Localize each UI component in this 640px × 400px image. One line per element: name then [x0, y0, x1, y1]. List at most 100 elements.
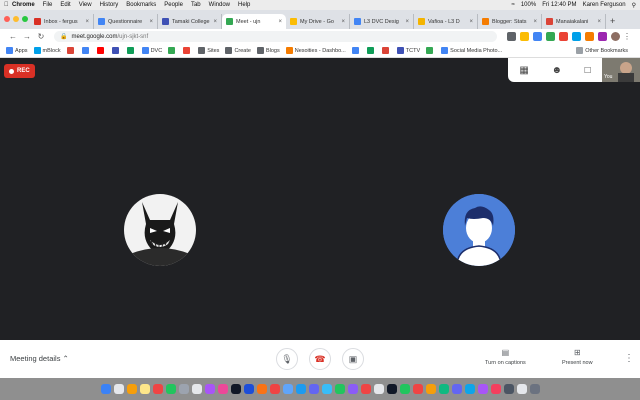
menu-chrome[interactable]: Chrome: [12, 2, 35, 8]
bookmark-item[interactable]: [111, 47, 121, 54]
dock-app-icon[interactable]: [464, 384, 475, 394]
dock-app-icon[interactable]: [139, 384, 150, 394]
close-tab-icon[interactable]: ×: [85, 19, 89, 25]
browser-tab[interactable]: Inbox - fergus ×: [30, 14, 94, 29]
other-bookmarks[interactable]: Other Bookmarks: [576, 47, 628, 54]
new-tab-button[interactable]: +: [610, 14, 615, 29]
dock-app-icon[interactable]: [412, 384, 423, 394]
browser-tab[interactable]: Tamaki College ×: [158, 14, 222, 29]
menu-edit[interactable]: Edit: [60, 2, 70, 8]
bookmark-item[interactable]: [81, 47, 91, 54]
dock-app-icon[interactable]: [451, 384, 462, 394]
bookmark-item[interactable]: Blogs: [256, 47, 280, 54]
extension-icon[interactable]: [546, 32, 555, 41]
dock-app-icon[interactable]: [113, 384, 124, 394]
present-now-button[interactable]: ⊞ Present now: [562, 348, 593, 366]
dock-app-icon[interactable]: [490, 384, 501, 394]
bookmark-item[interactable]: Social Media Photo...: [441, 47, 502, 54]
browser-tab[interactable]: Vafioa - L3 D ×: [414, 14, 478, 29]
dock-app-icon[interactable]: [282, 384, 293, 394]
dock-app-icon[interactable]: [425, 384, 436, 394]
menu-file[interactable]: File: [43, 2, 53, 8]
bookmark-item[interactable]: [126, 47, 136, 54]
bookmark-item[interactable]: [426, 47, 435, 54]
browser-tab[interactable]: Blogger: Stats ×: [478, 14, 542, 29]
apple-icon[interactable]: : [4, 2, 12, 8]
grid-layout-icon[interactable]: ▦: [519, 65, 528, 76]
extension-icon[interactable]: [598, 32, 607, 41]
search-icon[interactable]: ⚲: [632, 2, 636, 9]
close-tab-icon[interactable]: ×: [213, 19, 217, 25]
dock-app-icon[interactable]: [321, 384, 332, 394]
dock-app-icon[interactable]: [243, 384, 254, 394]
chrome-menu-icon[interactable]: ⋮: [620, 32, 634, 41]
star-icon[interactable]: [520, 32, 529, 41]
battery-percent[interactable]: 100%: [521, 2, 536, 8]
dock-app-icon[interactable]: [386, 384, 397, 394]
dock-app-icon[interactable]: [529, 384, 540, 394]
dock-app-icon[interactable]: [100, 384, 111, 394]
close-tab-icon[interactable]: ×: [405, 19, 409, 25]
dock-app-icon[interactable]: [438, 384, 449, 394]
dock-app-icon[interactable]: [217, 384, 228, 394]
bookmark-item[interactable]: Apps: [6, 47, 28, 54]
bookmark-item[interactable]: TCTV: [396, 47, 420, 54]
dock-app-icon[interactable]: [204, 384, 215, 394]
zoom-window-button[interactable]: [22, 16, 28, 22]
chat-icon[interactable]: □: [585, 65, 591, 76]
dock-app-icon[interactable]: [334, 384, 345, 394]
clock[interactable]: Fri 12:40 PM: [542, 2, 576, 8]
browser-tab[interactable]: Meet - ujn ×: [222, 14, 286, 29]
bookmark-item[interactable]: Nesoities - Dashbo...: [285, 47, 346, 54]
close-tab-icon[interactable]: ×: [597, 19, 601, 25]
self-video-thumbnail[interactable]: You: [602, 58, 640, 82]
bookmark-item[interactable]: Sites: [198, 47, 219, 54]
dock-app-icon[interactable]: [373, 384, 384, 394]
dock-app-icon[interactable]: [516, 384, 527, 394]
browser-tab[interactable]: Questionnaire ×: [94, 14, 158, 29]
wifi-icon[interactable]: ≈: [512, 2, 515, 8]
dock-app-icon[interactable]: [503, 384, 514, 394]
bookmark-item[interactable]: [96, 47, 106, 54]
menu-people[interactable]: People: [164, 2, 183, 8]
extension-icon[interactable]: [572, 32, 581, 41]
dock-app-icon[interactable]: [165, 384, 176, 394]
dock-app-icon[interactable]: [347, 384, 358, 394]
menu-window[interactable]: Window: [209, 2, 230, 8]
meeting-details-button[interactable]: Meeting details ⌃: [10, 354, 69, 363]
bookmark-item[interactable]: [183, 47, 192, 54]
bookmark-item[interactable]: [168, 47, 177, 54]
dock-app-icon[interactable]: [308, 384, 319, 394]
extension-icon[interactable]: [533, 32, 542, 41]
leave-call-button[interactable]: ☎: [309, 348, 331, 370]
camera-icon[interactable]: [507, 32, 516, 41]
more-options-icon[interactable]: ⋮: [624, 353, 634, 364]
bookmark-item[interactable]: [381, 47, 391, 54]
dock-app-icon[interactable]: [191, 384, 202, 394]
people-icon[interactable]: ☻: [551, 65, 562, 76]
dock-app-icon[interactable]: [126, 384, 137, 394]
extension-icon[interactable]: [585, 32, 594, 41]
forward-icon[interactable]: →: [20, 32, 34, 41]
menu-view[interactable]: View: [79, 2, 92, 8]
bookmark-item[interactable]: mBlock: [33, 47, 61, 54]
dock-app-icon[interactable]: [295, 384, 306, 394]
dock-app-icon[interactable]: [230, 384, 241, 394]
profile-avatar[interactable]: [611, 32, 620, 41]
menu-bookmarks[interactable]: Bookmarks: [126, 2, 156, 8]
dock-app-icon[interactable]: [477, 384, 488, 394]
minimize-window-button[interactable]: [13, 16, 19, 22]
bookmark-item[interactable]: [351, 47, 361, 54]
dock-app-icon[interactable]: [399, 384, 410, 394]
close-tab-icon[interactable]: ×: [469, 19, 473, 25]
microphone-button[interactable]: 🎙: [276, 348, 298, 370]
browser-tab[interactable]: L3 DVC Desig ×: [350, 14, 414, 29]
url-field[interactable]: 🔒 meet.google.com/ujn-sjkt-snf: [54, 31, 497, 42]
captions-button[interactable]: ▤ Turn on captions: [485, 348, 526, 366]
user-name[interactable]: Karen Ferguson: [583, 2, 626, 8]
dock-app-icon[interactable]: [152, 384, 163, 394]
bookmark-item[interactable]: Create: [225, 47, 251, 54]
dock-app-icon[interactable]: [360, 384, 371, 394]
dock-app-icon[interactable]: [178, 384, 189, 394]
close-tab-icon[interactable]: ×: [533, 19, 537, 25]
